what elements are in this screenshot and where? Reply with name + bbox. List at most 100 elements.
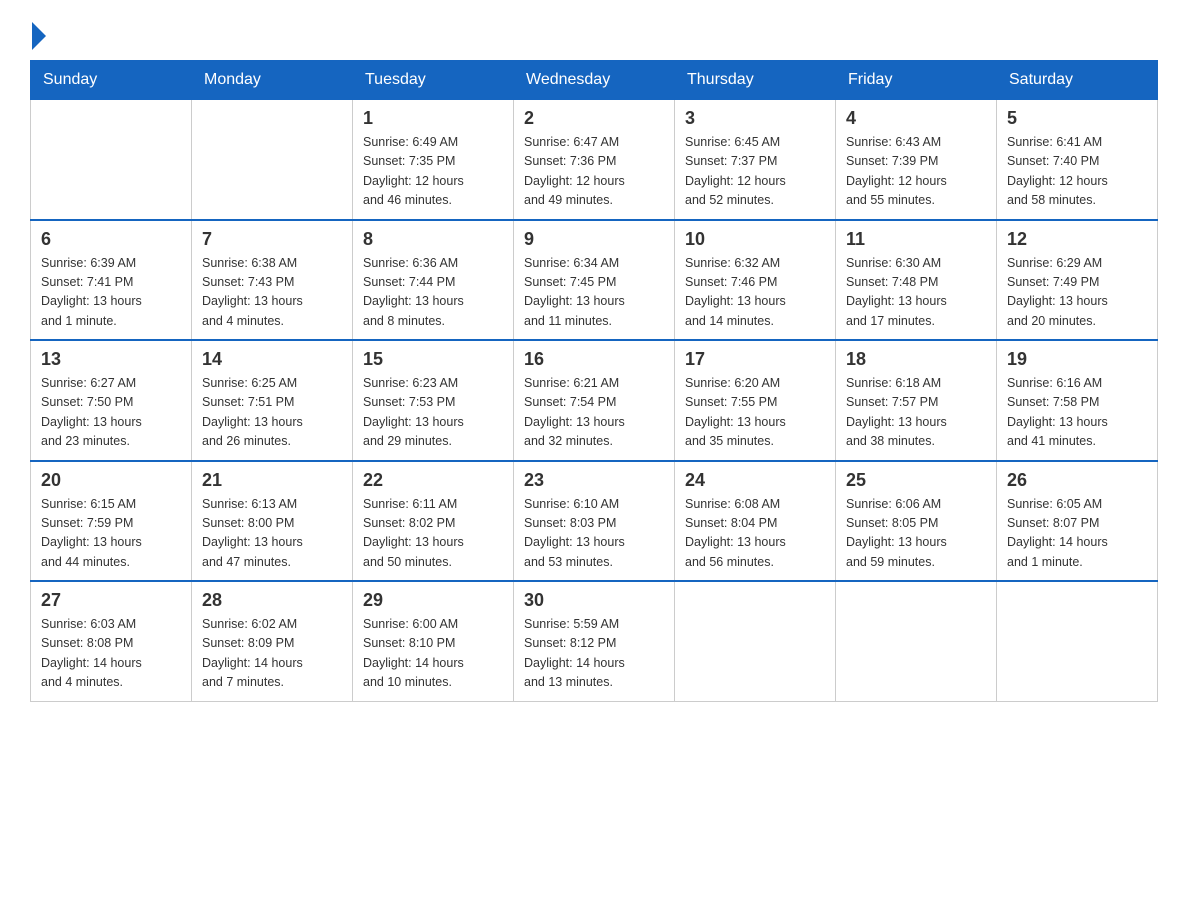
weekday-header-tuesday: Tuesday xyxy=(353,61,514,100)
logo xyxy=(30,20,46,50)
day-info: Sunrise: 6:25 AMSunset: 7:51 PMDaylight:… xyxy=(202,374,342,452)
week-row-3: 13Sunrise: 6:27 AMSunset: 7:50 PMDayligh… xyxy=(31,340,1158,461)
calendar-cell: 18Sunrise: 6:18 AMSunset: 7:57 PMDayligh… xyxy=(836,340,997,461)
calendar-cell: 14 Sunrise: 6:25 AMSunset: 7:51 PMDayligh… xyxy=(192,340,353,461)
day-number: 30 xyxy=(524,590,664,611)
weekday-header-wednesday: Wednesday xyxy=(514,61,675,100)
day-number: 15 xyxy=(363,349,503,370)
calendar-cell: 28 Sunrise: 6:02 AMSunset: 8:09 PMDayligh… xyxy=(192,581,353,701)
day-number: 12 xyxy=(1007,229,1147,250)
day-number: 16 xyxy=(524,349,664,370)
day-number: 26 xyxy=(1007,470,1147,491)
calendar-cell: 21 Sunrise: 6:13 AMSunset: 8:00 PMDayligh… xyxy=(192,461,353,582)
day-info: Sunrise: 6:21 AMSunset: 7:54 PMDaylight:… xyxy=(524,374,664,452)
day-number: 6 xyxy=(41,229,181,250)
day-info: Sunrise: 6:15 AMSunset: 7:59 PMDaylight:… xyxy=(41,495,181,573)
calendar-cell: 26 Sunrise: 6:05 AMSunset: 8:07 PMDayligh… xyxy=(997,461,1158,582)
day-number: 24 xyxy=(685,470,825,491)
day-number: 27 xyxy=(41,590,181,611)
calendar-cell: 6 Sunrise: 6:39 AMSunset: 7:41 PMDaylight… xyxy=(31,220,192,341)
day-info: Sunrise: 6:10 AMSunset: 8:03 PMDaylight:… xyxy=(524,495,664,573)
calendar-cell: 10Sunrise: 6:32 AMSunset: 7:46 PMDayligh… xyxy=(675,220,836,341)
calendar-cell: 13Sunrise: 6:27 AMSunset: 7:50 PMDayligh… xyxy=(31,340,192,461)
calendar-cell: 16 Sunrise: 6:21 AMSunset: 7:54 PMDayligh… xyxy=(514,340,675,461)
week-row-1: 1 Sunrise: 6:49 AMSunset: 7:35 PMDaylight… xyxy=(31,100,1158,220)
calendar-cell: 8Sunrise: 6:36 AMSunset: 7:44 PMDaylight… xyxy=(353,220,514,341)
day-number: 11 xyxy=(846,229,986,250)
calendar-cell: 1 Sunrise: 6:49 AMSunset: 7:35 PMDaylight… xyxy=(353,100,514,220)
day-info: Sunrise: 6:38 AMSunset: 7:43 PMDaylight:… xyxy=(202,254,342,332)
day-number: 29 xyxy=(363,590,503,611)
day-info: Sunrise: 6:47 AMSunset: 7:36 PMDaylight:… xyxy=(524,133,664,211)
day-info: Sunrise: 6:30 AMSunset: 7:48 PMDaylight:… xyxy=(846,254,986,332)
day-info: Sunrise: 6:03 AMSunset: 8:08 PMDaylight:… xyxy=(41,615,181,693)
week-row-2: 6 Sunrise: 6:39 AMSunset: 7:41 PMDaylight… xyxy=(31,220,1158,341)
day-number: 14 xyxy=(202,349,342,370)
day-info: Sunrise: 5:59 AMSunset: 8:12 PMDaylight:… xyxy=(524,615,664,693)
day-info: Sunrise: 6:27 AMSunset: 7:50 PMDaylight:… xyxy=(41,374,181,452)
weekday-header-sunday: Sunday xyxy=(31,61,192,100)
week-row-5: 27 Sunrise: 6:03 AMSunset: 8:08 PMDayligh… xyxy=(31,581,1158,701)
day-info: Sunrise: 6:45 AMSunset: 7:37 PMDaylight:… xyxy=(685,133,825,211)
calendar-cell: 11 Sunrise: 6:30 AMSunset: 7:48 PMDayligh… xyxy=(836,220,997,341)
day-number: 3 xyxy=(685,108,825,129)
weekday-header-friday: Friday xyxy=(836,61,997,100)
day-number: 19 xyxy=(1007,349,1147,370)
day-number: 1 xyxy=(363,108,503,129)
day-info: Sunrise: 6:02 AMSunset: 8:09 PMDaylight:… xyxy=(202,615,342,693)
calendar-cell: 24Sunrise: 6:08 AMSunset: 8:04 PMDayligh… xyxy=(675,461,836,582)
day-info: Sunrise: 6:36 AMSunset: 7:44 PMDaylight:… xyxy=(363,254,503,332)
calendar-cell xyxy=(192,100,353,220)
day-info: Sunrise: 6:29 AMSunset: 7:49 PMDaylight:… xyxy=(1007,254,1147,332)
page-header xyxy=(30,20,1158,50)
day-info: Sunrise: 6:11 AMSunset: 8:02 PMDaylight:… xyxy=(363,495,503,573)
day-info: Sunrise: 6:39 AMSunset: 7:41 PMDaylight:… xyxy=(41,254,181,332)
day-info: Sunrise: 6:32 AMSunset: 7:46 PMDaylight:… xyxy=(685,254,825,332)
calendar-cell: 4 Sunrise: 6:43 AMSunset: 7:39 PMDaylight… xyxy=(836,100,997,220)
calendar-cell: 17 Sunrise: 6:20 AMSunset: 7:55 PMDayligh… xyxy=(675,340,836,461)
day-info: Sunrise: 6:05 AMSunset: 8:07 PMDaylight:… xyxy=(1007,495,1147,573)
day-number: 22 xyxy=(363,470,503,491)
day-number: 21 xyxy=(202,470,342,491)
day-info: Sunrise: 6:00 AMSunset: 8:10 PMDaylight:… xyxy=(363,615,503,693)
weekday-header-row: SundayMondayTuesdayWednesdayThursdayFrid… xyxy=(31,61,1158,100)
day-number: 28 xyxy=(202,590,342,611)
weekday-header-saturday: Saturday xyxy=(997,61,1158,100)
day-number: 23 xyxy=(524,470,664,491)
day-info: Sunrise: 6:06 AMSunset: 8:05 PMDaylight:… xyxy=(846,495,986,573)
calendar-cell: 19 Sunrise: 6:16 AMSunset: 7:58 PMDayligh… xyxy=(997,340,1158,461)
day-info: Sunrise: 6:20 AMSunset: 7:55 PMDaylight:… xyxy=(685,374,825,452)
calendar-cell: 5Sunrise: 6:41 AMSunset: 7:40 PMDaylight… xyxy=(997,100,1158,220)
logo-triangle-icon xyxy=(32,22,46,50)
weekday-header-thursday: Thursday xyxy=(675,61,836,100)
calendar-cell: 2 Sunrise: 6:47 AMSunset: 7:36 PMDaylight… xyxy=(514,100,675,220)
day-info: Sunrise: 6:34 AMSunset: 7:45 PMDaylight:… xyxy=(524,254,664,332)
day-number: 17 xyxy=(685,349,825,370)
day-info: Sunrise: 6:13 AMSunset: 8:00 PMDaylight:… xyxy=(202,495,342,573)
day-info: Sunrise: 6:16 AMSunset: 7:58 PMDaylight:… xyxy=(1007,374,1147,452)
calendar-cell xyxy=(836,581,997,701)
day-number: 20 xyxy=(41,470,181,491)
weekday-header-monday: Monday xyxy=(192,61,353,100)
calendar-cell: 27 Sunrise: 6:03 AMSunset: 8:08 PMDayligh… xyxy=(31,581,192,701)
day-info: Sunrise: 6:41 AMSunset: 7:40 PMDaylight:… xyxy=(1007,133,1147,211)
day-number: 25 xyxy=(846,470,986,491)
calendar-table: SundayMondayTuesdayWednesdayThursdayFrid… xyxy=(30,60,1158,702)
day-number: 9 xyxy=(524,229,664,250)
day-number: 18 xyxy=(846,349,986,370)
calendar-cell: 30 Sunrise: 5:59 AMSunset: 8:12 PMDayligh… xyxy=(514,581,675,701)
calendar-cell: 3 Sunrise: 6:45 AMSunset: 7:37 PMDaylight… xyxy=(675,100,836,220)
week-row-4: 20 Sunrise: 6:15 AMSunset: 7:59 PMDayligh… xyxy=(31,461,1158,582)
calendar-cell: 29 Sunrise: 6:00 AMSunset: 8:10 PMDayligh… xyxy=(353,581,514,701)
day-number: 4 xyxy=(846,108,986,129)
calendar-cell xyxy=(31,100,192,220)
day-info: Sunrise: 6:23 AMSunset: 7:53 PMDaylight:… xyxy=(363,374,503,452)
calendar-cell: 15 Sunrise: 6:23 AMSunset: 7:53 PMDayligh… xyxy=(353,340,514,461)
calendar-cell: 23 Sunrise: 6:10 AMSunset: 8:03 PMDayligh… xyxy=(514,461,675,582)
day-number: 2 xyxy=(524,108,664,129)
calendar-cell: 25 Sunrise: 6:06 AMSunset: 8:05 PMDayligh… xyxy=(836,461,997,582)
day-info: Sunrise: 6:49 AMSunset: 7:35 PMDaylight:… xyxy=(363,133,503,211)
day-info: Sunrise: 6:43 AMSunset: 7:39 PMDaylight:… xyxy=(846,133,986,211)
calendar-cell xyxy=(997,581,1158,701)
calendar-cell: 12 Sunrise: 6:29 AMSunset: 7:49 PMDayligh… xyxy=(997,220,1158,341)
